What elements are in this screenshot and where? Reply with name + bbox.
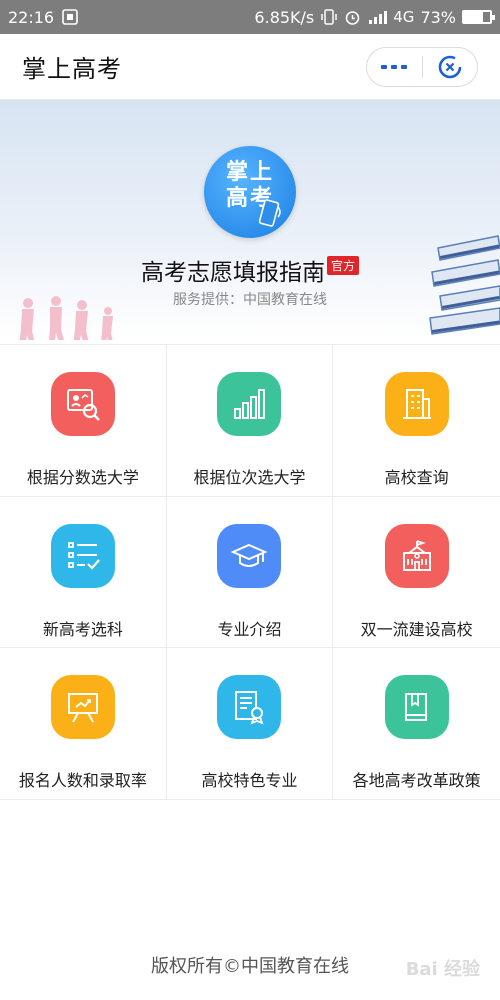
menu-item-label: 新高考选科 xyxy=(42,619,123,639)
menu-item-label: 高校查询 xyxy=(384,468,449,487)
menu-item-featured-majors[interactable]: 高校特色专业 xyxy=(166,648,334,800)
menu-item-label: 根据分数选大学 xyxy=(26,468,139,487)
battery-level-fill xyxy=(464,12,483,22)
certificate-icon xyxy=(235,691,264,725)
menu-item-double-first-class[interactable]: 双一流建设高校 xyxy=(333,497,500,649)
menu-item-enrollment-rate[interactable]: 报名人数和录取率 xyxy=(0,648,167,800)
page-title: 掌上高考 xyxy=(22,55,122,83)
watermark: Bai 经验 xyxy=(405,959,480,980)
menu-item-label: 专业介绍 xyxy=(217,619,282,639)
building-icon xyxy=(402,389,431,419)
score-search-icon xyxy=(66,389,100,421)
network-speed: 6.85K/s xyxy=(254,7,315,27)
app-header: 掌上高考 xyxy=(0,34,500,100)
phone-badge-icon xyxy=(258,199,281,227)
network-type: 4G xyxy=(393,8,415,26)
menu-item-subject-selection[interactable]: 新高考选科 xyxy=(0,496,167,649)
menu-tile xyxy=(50,523,115,588)
menu-tile xyxy=(217,523,282,588)
menu-item-label: 各地高考改革政策 xyxy=(352,771,481,791)
mini-program-capsule xyxy=(366,46,478,87)
hero-banner: 掌上 高考 高考志愿填报指南 官方 服务提供：中国教育在线 xyxy=(0,100,500,340)
official-badge: 官方 xyxy=(326,256,359,275)
menu-item-college-search[interactable]: 高校查询 xyxy=(333,345,500,497)
book-icon xyxy=(404,693,427,722)
more-dots-icon xyxy=(381,64,408,69)
rank-bars-icon xyxy=(234,389,266,419)
signal-icon xyxy=(369,11,388,24)
close-circle-icon xyxy=(438,55,462,78)
status-time: 22:16 xyxy=(8,7,55,27)
vibrate-icon xyxy=(321,9,338,25)
checklist-icon xyxy=(67,541,100,570)
menu-tile xyxy=(217,372,282,436)
menu-item-label: 高校特色专业 xyxy=(201,771,298,791)
menu-item-reform-policy[interactable]: 各地高考改革政策 xyxy=(333,648,500,800)
menu-item-major-intro[interactable]: 专业介绍 xyxy=(166,496,334,649)
battery-icon xyxy=(462,10,495,24)
menu-tile xyxy=(50,372,115,436)
menu-tile xyxy=(384,523,449,588)
status-bar: 22:16 6.85K/s 4G 73% xyxy=(0,0,500,34)
menu-item-score-select[interactable]: 根据分数选大学 xyxy=(0,345,167,497)
close-button[interactable] xyxy=(423,48,478,86)
banner-subtitle: 服务提供：中国教育在线 xyxy=(173,292,327,308)
menu-tile xyxy=(50,675,115,740)
presentation-board-icon xyxy=(67,693,98,723)
banner-title: 高考志愿填报指南 官方 xyxy=(0,253,500,287)
menu-tile xyxy=(217,675,282,740)
more-button[interactable] xyxy=(367,48,422,86)
menu-item-label: 双一流建设高校 xyxy=(360,619,473,639)
app-logo: 掌上 高考 xyxy=(204,146,296,238)
menu-item-rank-select[interactable]: 根据位次选大学 xyxy=(166,345,334,497)
screenshot-icon xyxy=(62,9,78,25)
alarm-icon xyxy=(345,10,360,25)
menu-tile xyxy=(384,675,449,740)
menu-item-label: 根据位次选大学 xyxy=(193,468,306,487)
menu-item-label: 报名人数和录取率 xyxy=(18,771,147,791)
battery-percent: 73% xyxy=(420,7,456,27)
feature-grid: 根据分数选大学 根据位次选大学 高校查询 新高考选科 专业介绍 双一流建设高校 … xyxy=(0,344,500,800)
menu-tile xyxy=(384,372,449,436)
school-icon xyxy=(402,539,431,571)
graduation-cap-icon xyxy=(230,543,268,567)
